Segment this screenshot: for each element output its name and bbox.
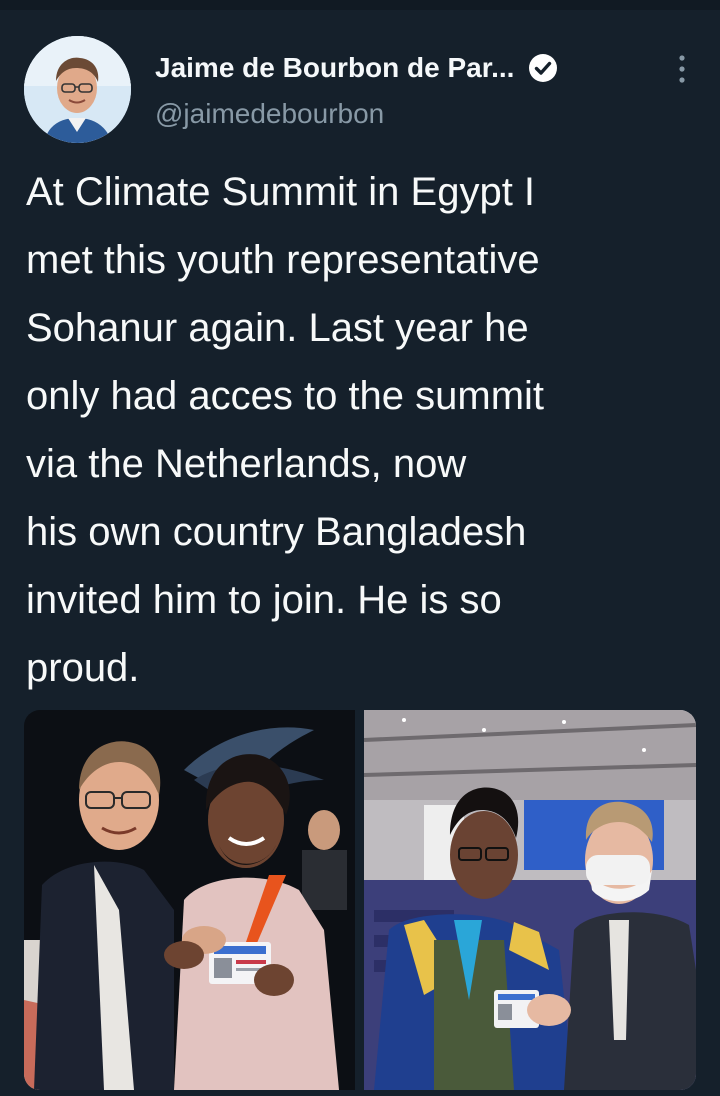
avatar[interactable] [24, 36, 131, 143]
avatar-photo [24, 36, 131, 143]
tweet-photo-right[interactable] [364, 710, 696, 1090]
top-border [0, 0, 720, 10]
author-name-row[interactable]: Jaime de Bourbon de Par... [155, 48, 558, 88]
more-vertical-icon[interactable] [672, 52, 692, 86]
author-name[interactable]: Jaime de Bourbon de Par... [155, 52, 514, 84]
tweet-photo-left[interactable] [24, 710, 355, 1090]
tweet-text-line: via the Netherlands, now [26, 442, 467, 486]
tweet-text: At Climate Summit in Egypt I met this yo… [26, 158, 706, 702]
tweet-text-line: At Climate Summit in Egypt I [26, 170, 536, 214]
tweet-text-line: invited him to join. He is so [26, 578, 502, 622]
tweet-text-line: Sohanur again. Last year he [26, 306, 529, 350]
verified-badge-icon [529, 54, 558, 82]
tweet-text-line: only had acces to the summit [26, 374, 545, 418]
tweet-text-line: proud. [26, 646, 140, 690]
author-handle[interactable]: @jaimedebourbon [155, 98, 384, 130]
tweet-text-line: his own country Bangladesh [26, 510, 527, 554]
tweet-text-line: met this youth representative [26, 238, 540, 282]
tweet-media-grid [24, 710, 696, 1090]
